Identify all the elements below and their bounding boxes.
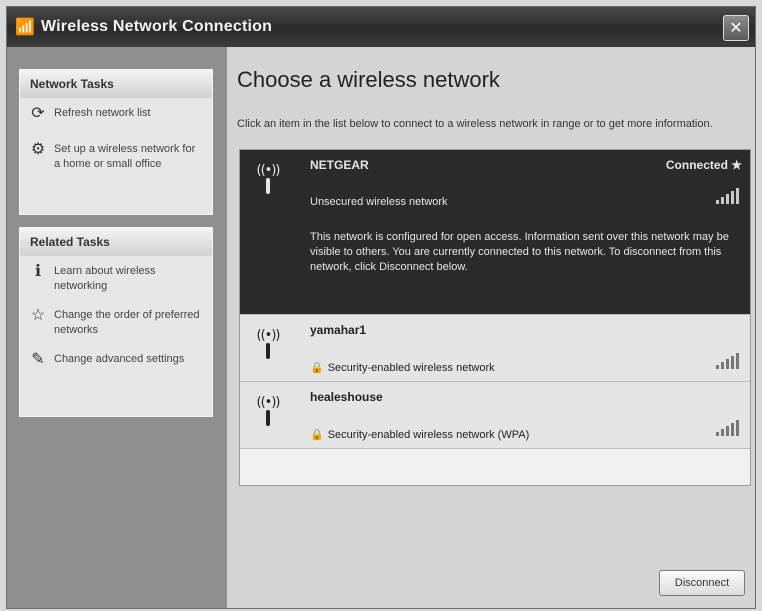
disconnect-button[interactable]: Disconnect [659,570,745,596]
change-advanced-settings-link[interactable]: ✎ Change advanced settings [20,344,212,374]
network-name: healeshouse [310,390,383,404]
change-preferred-order-link[interactable]: ☆ Change the order of preferred networks [20,300,212,344]
info-icon: ℹ [34,263,42,280]
wireless-antenna-icon: ((•)) [250,327,286,371]
setup-wireless-network-link[interactable]: ⚙ Set up a wireless network for a home o… [20,128,212,178]
network-security: Unsecured wireless network [310,196,448,208]
task-label: Refresh network list [54,107,151,119]
wireless-antenna-icon: ((•)) [250,162,286,206]
task-sidebar: Network Tasks ⟳ Refresh network list ⚙ S… [7,47,227,608]
network-security: Security-enabled wireless network [327,362,495,374]
task-label: Learn about wireless networking [54,265,156,292]
main-content: Choose a wireless network Click an item … [227,47,755,608]
task-label: Set up a wireless network for a home or … [54,143,196,170]
wireless-antenna-icon: ((•)) [250,394,286,438]
related-tasks-panel: Related Tasks ℹ Learn about wireless net… [19,227,213,417]
setup-wizard-icon: ⚙ [30,141,46,158]
window-title: Wireless Network Connection [41,18,273,35]
title-bar: 📶 Wireless Network Connection ✕ [7,7,755,47]
wireless-connection-window: 📶 Wireless Network Connection ✕ Network … [6,6,756,609]
network-security: Security-enabled wireless network (WPA) [327,429,530,441]
network-item-healeshouse[interactable]: ((•)) healeshouse 🔒 Security-enabled wire… [240,382,750,449]
network-list[interactable]: ((•)) NETGEAR Connected ★ Unsecured wire… [239,149,751,486]
connection-status: Connected ★ [665,158,742,172]
task-label: Change advanced settings [54,353,185,365]
task-label: Change the order of preferred networks [54,309,200,336]
network-name: NETGEAR [310,158,369,172]
refresh-network-list-link[interactable]: ⟳ Refresh network list [20,98,212,128]
page-description: Click an item in the list below to conne… [237,118,713,130]
close-button[interactable]: ✕ [723,15,749,41]
related-tasks-header: Related Tasks [20,228,212,256]
network-item-netgear[interactable]: ((•)) NETGEAR Connected ★ Unsecured wire… [240,150,750,315]
settings-icon: ✎ [31,351,45,368]
refresh-icon: ⟳ [31,105,45,122]
network-name: yamahar1 [310,323,367,337]
network-security-row: 🔒 Security-enabled wireless network [310,361,495,374]
signal-strength-icon [716,418,740,436]
learn-about-wireless-link[interactable]: ℹ Learn about wireless networking [20,256,212,300]
signal-strength-icon [716,351,740,369]
star-icon: ☆ [30,307,46,324]
page-title: Choose a wireless network [237,67,500,92]
wireless-network-icon: 📶 [15,17,35,36]
network-tasks-panel: Network Tasks ⟳ Refresh network list ⚙ S… [19,69,213,215]
network-security-row: 🔒 Security-enabled wireless network (WPA) [310,428,529,441]
network-info: This network is configured for open acce… [310,231,729,273]
lock-icon: 🔒 [310,429,324,441]
lock-icon: 🔒 [310,362,324,374]
network-tasks-header: Network Tasks [20,70,212,98]
network-item-yamahar1[interactable]: ((•)) yamahar1 🔒 Security-enabled wireles… [240,315,750,382]
signal-strength-icon [716,186,740,204]
